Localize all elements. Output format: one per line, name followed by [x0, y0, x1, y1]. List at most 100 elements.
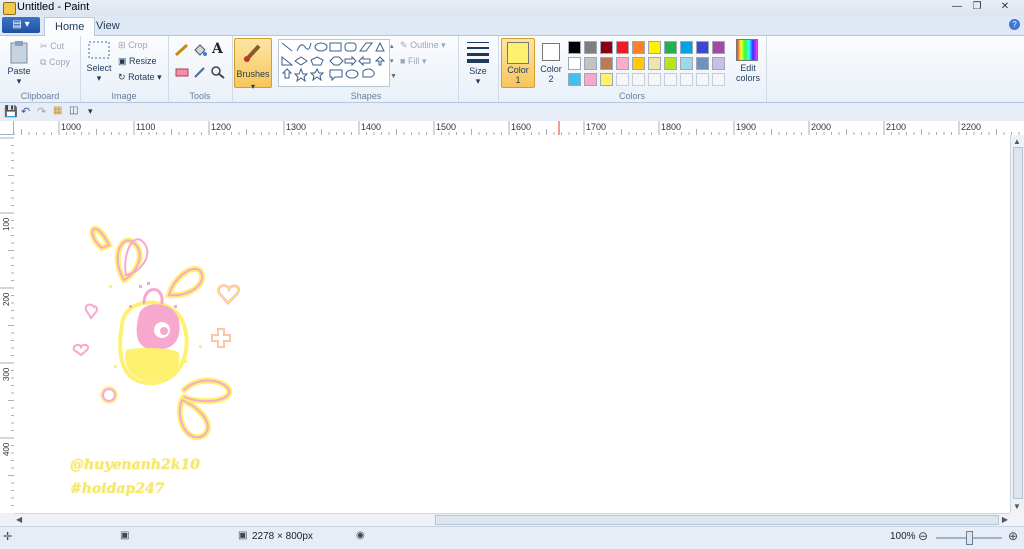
print-preview-icon[interactable]: ◫ — [69, 105, 78, 116]
restore-button[interactable]: ❐ — [968, 1, 986, 13]
palette-swatch[interactable] — [696, 57, 709, 70]
palette-swatch[interactable] — [600, 57, 613, 70]
palette-swatch[interactable] — [584, 73, 597, 86]
magnifier-icon[interactable] — [210, 65, 226, 79]
save-icon[interactable]: 💾 — [4, 105, 18, 118]
h-ruler-label: 2100 — [886, 122, 907, 132]
paste-label: Paste — [7, 66, 31, 76]
palette-swatch[interactable] — [600, 73, 613, 86]
tab-view[interactable]: View — [86, 17, 130, 35]
palette-swatch[interactable] — [568, 73, 581, 86]
palette-swatch[interactable] — [648, 73, 661, 86]
crop-icon: ⊞ — [118, 40, 126, 50]
palette-swatch[interactable] — [600, 41, 613, 54]
text-tool-icon[interactable]: A — [212, 41, 223, 57]
color1-label: Color 1 — [507, 65, 529, 85]
zoom-slider-thumb[interactable] — [966, 531, 973, 545]
color2-label: Color 2 — [540, 64, 562, 84]
paste-button[interactable]: Paste ▾ — [4, 40, 34, 87]
status-bar: ✛ ▣ ▣ 2278 × 800px ◉ 100% ⊖ ⊕ — [0, 526, 1024, 549]
palette-swatch[interactable] — [616, 73, 629, 86]
brushes-label: Brushes — [236, 69, 270, 79]
palette-swatch[interactable] — [664, 57, 677, 70]
fill-button[interactable]: ■ Fill ▾ — [400, 56, 426, 67]
file-menu-button[interactable]: ▤ ▾ — [2, 17, 40, 33]
zoom-in-icon[interactable]: ⊕ — [1008, 529, 1018, 543]
scroll-left-icon[interactable]: ◀ — [16, 515, 22, 524]
palette-swatch[interactable] — [680, 57, 693, 70]
shapes-scroll[interactable]: ▴ ▾ ▼ — [390, 39, 398, 85]
palette-swatch[interactable] — [696, 73, 709, 86]
h-ruler-label: 1100 — [136, 122, 156, 132]
h-ruler-label: 2200 — [961, 122, 982, 132]
palette-swatch[interactable] — [632, 73, 645, 86]
eraser-icon[interactable] — [174, 65, 190, 79]
resize-button[interactable]: ▣ Resize — [118, 56, 157, 67]
palette-swatch[interactable] — [648, 57, 661, 70]
scissors-icon: ✂ — [40, 41, 48, 51]
v-ruler-label: 200 — [2, 292, 11, 306]
palette-swatch[interactable] — [632, 57, 645, 70]
palette-swatch[interactable] — [680, 41, 693, 54]
crop-button[interactable]: ⊞ Crop — [118, 40, 148, 51]
zoom-out-icon[interactable]: ⊖ — [918, 529, 928, 543]
customize-toolbar-icon[interactable]: ▾ — [88, 106, 93, 117]
shapes-gallery-icons — [281, 41, 386, 83]
palette-swatch[interactable] — [712, 57, 725, 70]
cut-button[interactable]: ✂ Cut — [40, 41, 64, 52]
color1-swatch — [507, 42, 529, 64]
undo-icon[interactable]: ↶ — [21, 105, 30, 118]
palette-swatch[interactable] — [616, 57, 629, 70]
scroll-down-icon[interactable]: ▼ — [1013, 502, 1021, 511]
h-ruler-label: 1900 — [736, 122, 757, 132]
size-button[interactable]: Size ▾ — [463, 40, 493, 87]
color1-button[interactable]: Color 1 — [501, 38, 535, 88]
close-button[interactable]: ✕ — [996, 1, 1014, 13]
color-picker-icon[interactable] — [192, 65, 208, 79]
palette-swatch[interactable] — [584, 57, 597, 70]
horizontal-scroll-thumb[interactable] — [435, 515, 999, 525]
palette-swatch[interactable] — [664, 41, 677, 54]
new-file-icon[interactable]: ▦ — [53, 105, 62, 116]
horizontal-scrollbar[interactable]: ◀ ▶ — [14, 513, 1010, 527]
outline-button[interactable]: ✎ Outline ▾ — [400, 40, 446, 51]
palette-swatch[interactable] — [632, 41, 645, 54]
scroll-up-icon[interactable]: ▲ — [1013, 137, 1021, 146]
palette-swatch[interactable] — [584, 41, 597, 54]
palette-swatch[interactable] — [680, 73, 693, 86]
palette-swatch[interactable] — [664, 73, 677, 86]
pencil-icon[interactable] — [174, 43, 190, 57]
h-ruler-label: 1200 — [211, 122, 232, 132]
palette-swatch[interactable] — [696, 41, 709, 54]
file-size-icon: ◉ — [356, 530, 365, 541]
edit-colors-button[interactable]: Edit colors — [732, 39, 762, 83]
palette-swatch[interactable] — [568, 57, 581, 70]
selection-size-icon: ▣ — [120, 530, 130, 541]
clipboard-group-label: Clipboard — [20, 91, 60, 101]
help-icon[interactable]: ? — [1009, 19, 1020, 30]
image-dimensions: 2278 × 800px — [252, 531, 313, 542]
scroll-right-icon[interactable]: ▶ — [1002, 515, 1008, 524]
select-button[interactable]: Select ▾ — [84, 41, 114, 84]
palette-swatch[interactable] — [712, 41, 725, 54]
minimize-button[interactable]: — — [948, 1, 966, 13]
vertical-scroll-thumb[interactable] — [1013, 147, 1023, 499]
palette-swatch[interactable] — [648, 41, 661, 54]
palette-swatch[interactable] — [616, 41, 629, 54]
brushes-button[interactable]: Brushes ▾ — [234, 38, 272, 91]
shapes-gallery[interactable] — [278, 39, 390, 87]
paste-icon — [10, 41, 28, 64]
drawing-canvas[interactable]: @huyenanh2k10 #hoidap247 — [14, 135, 1010, 513]
crop-label: Crop — [128, 40, 148, 50]
palette-swatch[interactable] — [712, 73, 725, 86]
h-ruler-label: 2000 — [811, 122, 832, 132]
fill-bucket-icon[interactable] — [192, 43, 208, 57]
redo-icon[interactable]: ↷ — [37, 105, 46, 118]
palette-swatch[interactable] — [568, 41, 581, 54]
rotate-button[interactable]: ↻ Rotate ▾ — [118, 72, 162, 83]
color2-button[interactable]: Color 2 — [536, 38, 566, 86]
copy-button[interactable]: ⧉ Copy — [40, 57, 70, 68]
v-ruler-label: 300 — [2, 367, 11, 381]
shapes-group: ▴ ▾ ▼ ✎ Outline ▾ ■ Fill ▾ Shapes — [274, 36, 459, 102]
vertical-scrollbar[interactable]: ▲ ▼ — [1010, 135, 1024, 513]
